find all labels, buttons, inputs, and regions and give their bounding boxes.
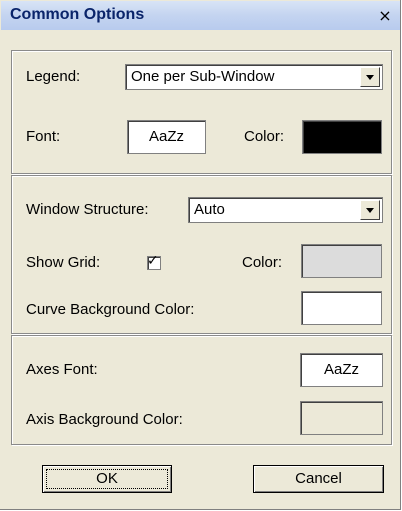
close-icon[interactable]: × bbox=[376, 7, 394, 25]
chevron-down-icon[interactable] bbox=[360, 67, 380, 87]
font-sample-text: AaZz bbox=[148, 128, 184, 145]
font-sample-button[interactable]: AaZz bbox=[127, 120, 206, 154]
window-structure-label: Window Structure: bbox=[26, 201, 149, 218]
font-label: Font: bbox=[26, 128, 61, 145]
axis-background-swatch[interactable] bbox=[300, 401, 383, 435]
grid-color-label: Color: bbox=[242, 254, 283, 271]
window-structure-group: Window Structure: Auto Show Grid: ✓ Colo… bbox=[11, 175, 392, 334]
curve-background-swatch[interactable] bbox=[301, 291, 382, 325]
axes-font-sample-text: AaZz bbox=[323, 361, 359, 378]
common-options-dialog: Common Options × Legend: One per Sub-Win… bbox=[0, 0, 401, 510]
legend-select[interactable]: One per Sub-Window bbox=[125, 64, 383, 90]
grid-color-swatch[interactable] bbox=[301, 244, 382, 278]
show-grid-label: Show Grid: bbox=[26, 254, 101, 271]
focus-rect bbox=[46, 469, 168, 489]
window-structure-select[interactable]: Auto bbox=[188, 197, 383, 223]
axes-font-sample-button[interactable]: AaZz bbox=[300, 353, 383, 387]
axis-background-label: Axis Background Color: bbox=[26, 411, 183, 428]
title-bar[interactable]: Common Options × bbox=[1, 1, 400, 30]
chevron-down-icon[interactable] bbox=[360, 200, 380, 220]
legend-select-value: One per Sub-Window bbox=[131, 68, 275, 85]
checkmark-icon: ✓ bbox=[147, 253, 159, 269]
dialog-title: Common Options bbox=[10, 6, 145, 23]
font-color-swatch[interactable] bbox=[302, 120, 382, 154]
cancel-button[interactable]: Cancel bbox=[253, 465, 384, 493]
axes-font-label: Axes Font: bbox=[26, 361, 98, 378]
ok-button[interactable]: OK bbox=[42, 465, 172, 493]
legend-label: Legend: bbox=[26, 68, 81, 85]
cancel-button-label: Cancel bbox=[295, 470, 342, 487]
font-color-label: Color: bbox=[244, 128, 285, 145]
axes-group: Axes Font: AaZz Axis Background Color: bbox=[11, 335, 392, 445]
window-structure-select-value: Auto bbox=[194, 201, 225, 218]
curve-background-label: Curve Background Color: bbox=[26, 301, 195, 318]
legend-font-group: Legend: One per Sub-Window Font: AaZz Co… bbox=[11, 50, 392, 174]
show-grid-checkbox[interactable]: ✓ bbox=[147, 253, 161, 270]
